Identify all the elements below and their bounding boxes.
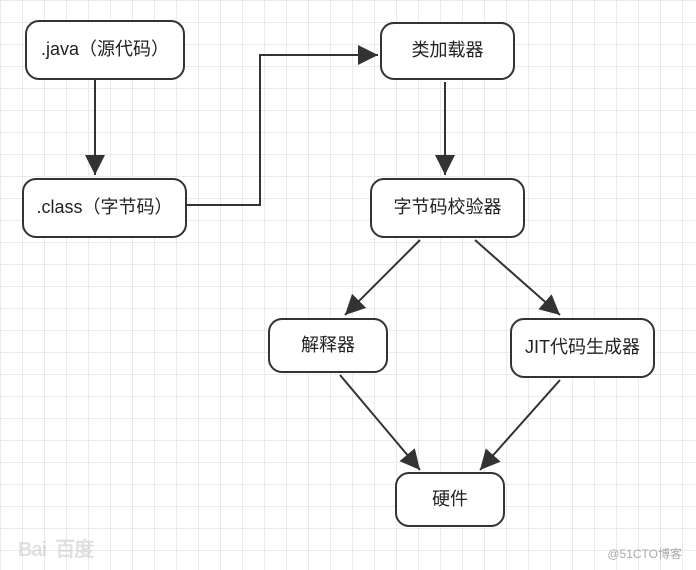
node-label: 硬件: [432, 488, 468, 511]
node-label: .java（源代码）: [41, 38, 169, 61]
node-class-bytecode: .class（字节码）: [22, 178, 187, 238]
watermark-51cto: @51CTO博客: [607, 545, 682, 562]
node-label: .class（字节码）: [36, 196, 172, 219]
node-label: 字节码校验器: [394, 196, 502, 219]
node-jit-compiler: JIT代码生成器: [510, 318, 655, 378]
node-interpreter: 解释器: [268, 318, 388, 373]
node-label: 解释器: [301, 334, 355, 357]
node-label: JIT代码生成器: [525, 336, 640, 359]
node-classloader: 类加载器: [380, 22, 515, 80]
node-bytecode-verifier: 字节码校验器: [370, 178, 525, 238]
node-label: 类加载器: [412, 39, 484, 62]
node-hardware: 硬件: [395, 472, 505, 527]
node-java-source: .java（源代码）: [25, 20, 185, 80]
grid-background: [0, 0, 696, 570]
watermark-baidu: Bai 百度: [18, 533, 93, 562]
